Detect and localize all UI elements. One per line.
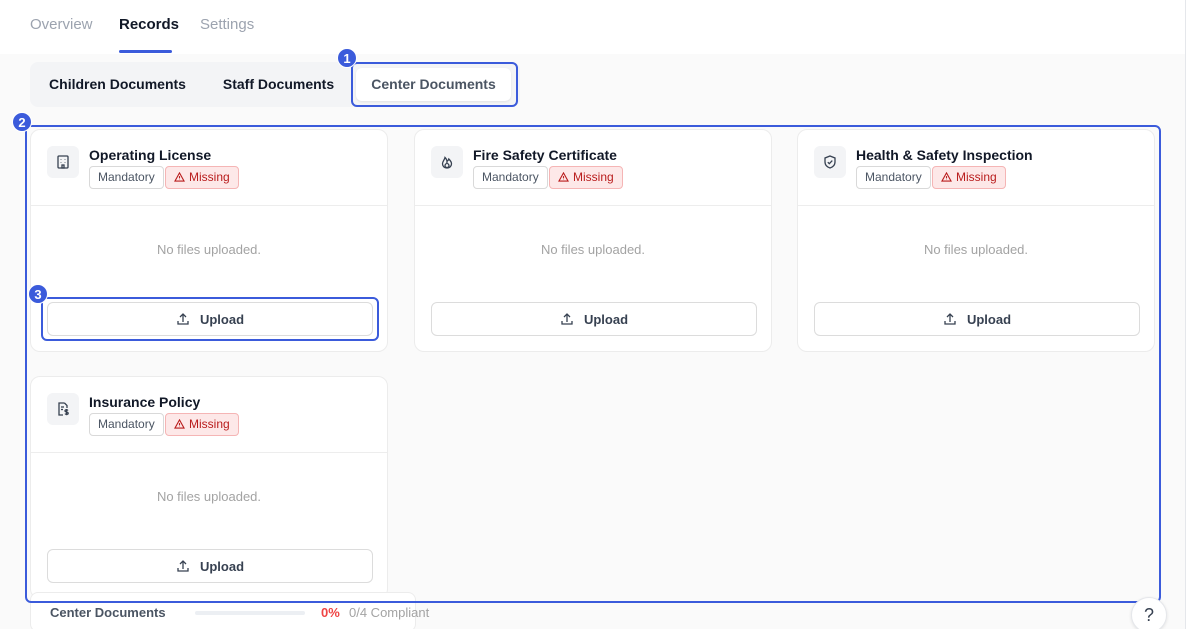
tab-records[interactable]: Records [119,16,179,33]
mandatory-badge: Mandatory [856,166,931,189]
card-header: Insurance Policy Mandatory Missing [31,377,387,453]
missing-status-badge: Missing [549,166,623,189]
tab-settings[interactable]: Settings [200,16,254,33]
shield-check-icon [814,146,846,178]
upload-label: Upload [966,311,1012,327]
card-header: Operating License Mandatory Missing [31,130,387,206]
tab-center-documents[interactable]: Center Documents [356,68,511,101]
upload-button[interactable]: Upload [47,302,373,336]
compliance-summary-label: Center Documents [50,605,166,620]
warning-icon [941,171,952,182]
tab-overview[interactable]: Overview [30,16,93,33]
annotation-badge-1: 1 [337,48,357,68]
help-button[interactable]: ? [1131,597,1167,629]
tab-staff-documents[interactable]: Staff Documents [209,68,348,101]
warning-icon [174,418,185,429]
upload-icon [177,560,189,572]
missing-status-badge: Missing [932,166,1006,189]
compliance-progress-bar [195,611,305,615]
document-title: Fire Safety Certificate [473,147,617,163]
upload-button[interactable]: Upload [47,549,373,583]
empty-files-text: No files uploaded. [923,242,1029,257]
document-card-health-safety-inspection: Health & Safety Inspection Mandatory Mis… [797,129,1155,352]
upload-label: Upload [199,311,245,327]
document-category-tabs: Children Documents Staff Documents Cente… [30,62,520,107]
flame-icon [431,146,463,178]
document-title: Insurance Policy [89,394,201,410]
upload-label: Upload [583,311,629,327]
mandatory-badge: Mandatory [89,166,164,189]
document-card-fire-safety-certificate: Fire Safety Certificate Mandatory Missin… [414,129,772,352]
missing-status-label: Missing [956,170,997,184]
card-header: Fire Safety Certificate Mandatory Missin… [415,130,771,206]
upload-button[interactable]: Upload [431,302,757,336]
annotation-badge-2: 2 [12,112,32,132]
upload-button[interactable]: Upload [814,302,1140,336]
missing-status-label: Missing [189,417,230,431]
document-card-insurance-policy: Insurance Policy Mandatory Missing No fi… [30,376,388,599]
file-dollar-icon [47,393,79,425]
document-card-operating-license: Operating License Mandatory Missing No f… [30,129,388,352]
missing-status-badge: Missing [165,166,239,189]
mandatory-badge: Mandatory [473,166,548,189]
active-tab-indicator [119,50,172,53]
compliance-percent: 0% [321,605,340,620]
warning-icon [174,171,185,182]
missing-status-label: Missing [189,170,230,184]
warning-icon [558,171,569,182]
empty-files-text: No files uploaded. [156,242,262,257]
app-frame: Overview Records Settings Children Docum… [0,0,1186,629]
top-bar: Overview Records Settings [0,0,1185,54]
empty-files-text: No files uploaded. [540,242,646,257]
document-title: Operating License [89,147,212,163]
compliance-count: 0/4 Compliant [349,605,430,620]
upload-label: Upload [199,558,245,574]
tab-children-documents[interactable]: Children Documents [36,68,199,101]
card-header: Health & Safety Inspection Mandatory Mis… [798,130,1154,206]
building-icon [47,146,79,178]
missing-status-badge: Missing [165,413,239,436]
upload-icon [561,313,573,325]
document-title: Health & Safety Inspection [856,147,1033,163]
annotation-badge-3: 3 [28,284,48,304]
empty-files-text: No files uploaded. [156,489,262,504]
upload-icon [177,313,189,325]
missing-status-label: Missing [573,170,614,184]
upload-icon [944,313,956,325]
mandatory-badge: Mandatory [89,413,164,436]
compliance-summary: Center Documents 0% 0/4 Compliant [30,592,429,629]
